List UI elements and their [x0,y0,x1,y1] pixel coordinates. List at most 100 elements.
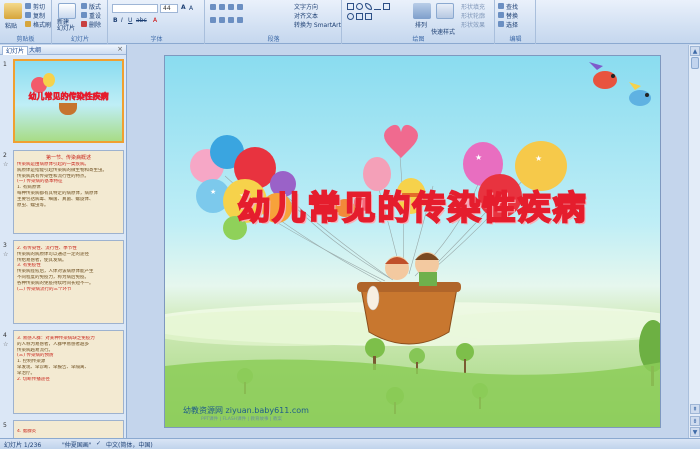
new-slide-button[interactable]: 新建 幻灯片 [57,20,75,32]
shrink-font-icon[interactable]: A [189,5,193,12]
slide-thumbnail[interactable]: 3. 易感人群：对某种传染病缺乏免疫力 的人称为易感者，人群中易感者越多 传染病… [13,330,124,414]
select-icon [498,21,504,27]
shape-arrow-icon[interactable] [383,3,390,10]
new-slide-icon[interactable] [58,3,76,19]
slide-thumbnail-row[interactable]: 1 幼儿常见的传染性疾病 [0,59,127,147]
paragraph-group: 文字方向 对齐文本 转换为 SmartArt 段落 [206,0,342,44]
slide-canvas[interactable]: ★ ★ ★ ★ 幼儿常见的传染性疾病 幼教资源网 ziyuan.baby611.… [164,55,661,428]
shape-fill-button[interactable]: 形状填充 [461,2,485,11]
align-right-icon[interactable] [228,17,234,23]
shape-oval-icon[interactable] [356,3,363,10]
reset-icon [81,12,87,18]
bird-icon [589,62,651,106]
font-group: 44 A A B I U abc A 字体 [109,0,205,44]
editing-group-label: 编辑 [509,36,522,43]
scroll-down-icon[interactable]: ▼ [690,427,700,437]
justify-icon[interactable] [237,17,243,23]
thumb-text-line: 原虫、蠕虫等。 [17,202,49,208]
vertical-scrollbar[interactable]: ▲ ⇞ ⇟ ▼ [688,45,700,438]
scroll-up-icon[interactable]: ▲ [690,46,700,56]
slide-thumbnail-row[interactable]: 4 ☆ 3. 易感人群：对某种传染病缺乏免疫力 的人称为易感者，人群中易感者越多… [0,330,127,416]
next-slide-icon[interactable]: ⇟ [690,416,700,426]
cut-button[interactable]: 剪切 [33,2,45,11]
paste-button[interactable]: 粘贴 [5,21,17,30]
close-icon[interactable]: × [117,45,123,53]
strikethrough-icon[interactable]: abc [136,17,147,24]
tab-outline[interactable]: 大纲 [26,46,44,55]
scroll-thumb[interactable] [691,57,699,69]
slide-number: 3 [3,242,7,249]
slide-title[interactable]: 幼儿常见的传染性疾病 [165,181,660,229]
quick-styles-icon[interactable] [436,3,454,19]
slide-thumbnail[interactable]: 2. 有传染性、流行性、季节性 传染病的病原体可以通过一定的途径 传给易感者，使… [13,240,124,324]
bullets-icon[interactable] [210,4,216,10]
italic-icon[interactable]: I [121,17,123,24]
align-left-icon[interactable] [210,17,216,23]
shape-star-icon[interactable] [347,13,354,20]
select-button[interactable]: 选择 [506,20,518,29]
layout-icon [81,3,87,9]
shape-callout-icon[interactable] [365,13,372,20]
status-bar: 幻灯片 1/236 "仲夏国画" ✓ 中文(简体，中国) [0,438,700,449]
find-icon [498,3,504,9]
font-color-icon[interactable]: A [153,17,157,24]
replace-icon [498,12,504,18]
smartart-button[interactable]: 转换为 SmartArt [294,20,341,29]
language-indicator[interactable]: 中文(简体，中国) [106,440,153,449]
spellcheck-icon[interactable]: ✓ [96,440,101,447]
shape-rect-icon[interactable] [347,3,354,10]
thumb-text-line: 4. 腮腺炎 [17,429,37,434]
arrange-icon[interactable] [413,3,431,19]
font-size-combo[interactable]: 44 [160,4,178,13]
shape-outline-button[interactable]: 形状轮廓 [461,11,485,20]
increase-indent-icon[interactable] [237,4,243,10]
align-center-icon[interactable] [219,17,225,23]
format-painter-button[interactable]: 格式刷 [33,20,51,29]
format-painter-icon [25,21,31,27]
decrease-indent-icon[interactable] [228,4,234,10]
slide-number: 5 [3,422,7,429]
bold-icon[interactable]: B [113,17,118,24]
delete-icon [81,21,87,27]
reset-button[interactable]: 重设 [89,11,101,20]
slide-thumbnail-row[interactable]: 5 4. 腮腺炎 [0,420,127,438]
font-name-combo[interactable] [112,4,158,13]
delete-button[interactable]: 删除 [89,20,101,29]
paste-icon[interactable] [4,3,22,19]
slide-footer-subtitle: PPT课件 | FLASH课件 | 教育故事 | 教案 [201,417,282,422]
slide-footer-site: 幼教资源网 ziyuan.baby611.com [183,406,309,415]
slide-thumbnail-row[interactable]: 3 ☆ 2. 有传染性、流行性、季节性 传染病的病原体可以通过一定的途径 传给易… [0,240,127,326]
slide-editor-area: ★ ★ ★ ★ 幼儿常见的传染性疾病 幼教资源网 ziyuan.baby611.… [128,45,700,438]
layout-button[interactable]: 版式 [89,2,101,11]
slide-illustration: ★ ★ ★ ★ [165,62,660,427]
slide-thumbnail[interactable]: 第一节、传染病概述 传染病是由病原体引起的一类疾病。 病原体是指能引起传染病的微… [13,150,124,234]
ribbon: 粘贴 剪切 复制 格式刷 剪贴板 新建 幻灯片 版式 重设 删除 幻灯片 44 … [0,0,700,44]
prev-slide-icon[interactable]: ⇞ [690,404,700,414]
slide-thumbnail-row[interactable]: 2 ☆ 第一节、传染病概述 传染病是由病原体引起的一类疾病。 病原体是指能引起传… [0,150,127,236]
shape-line-icon[interactable] [374,3,381,10]
shape-effects-button[interactable]: 形状效果 [461,20,485,29]
underline-icon[interactable]: U [128,17,132,24]
clipboard-group-label: 剪贴板 [16,36,35,43]
slide-number: 4 [3,332,7,339]
slide-thumbnail[interactable]: 幼儿常见的传染性疾病 [13,59,124,143]
text-direction-button[interactable]: 文字方向 [294,2,318,11]
arrange-button[interactable]: 排列 [415,20,427,29]
shape-triangle-icon[interactable] [365,3,372,10]
theme-name: "仲夏国画" [62,442,92,449]
replace-button[interactable]: 替换 [506,11,518,20]
grow-font-icon[interactable]: A [181,4,186,11]
animation-star-icon: ☆ [3,251,9,258]
slides-group-label: 幻灯片 [70,36,89,43]
numbering-icon[interactable] [219,4,225,10]
copy-button[interactable]: 复制 [33,11,45,20]
drawing-group: 排列 快速样式 形状填充 形状轮廓 形状效果 绘图 [343,0,495,44]
slide-thumbnail[interactable]: 4. 腮腺炎 [13,420,124,438]
tab-slides[interactable]: 幻灯片 [2,46,29,55]
animation-star-icon: ☆ [3,341,9,348]
shape-brace-icon[interactable] [356,13,363,20]
thumb-text-line: (二) 传染病流行的三个环节 [17,286,72,292]
slide-count: 幻灯片 1/236 [4,442,42,449]
find-button[interactable]: 查找 [506,2,518,11]
align-text-button[interactable]: 对齐文本 [294,11,318,20]
